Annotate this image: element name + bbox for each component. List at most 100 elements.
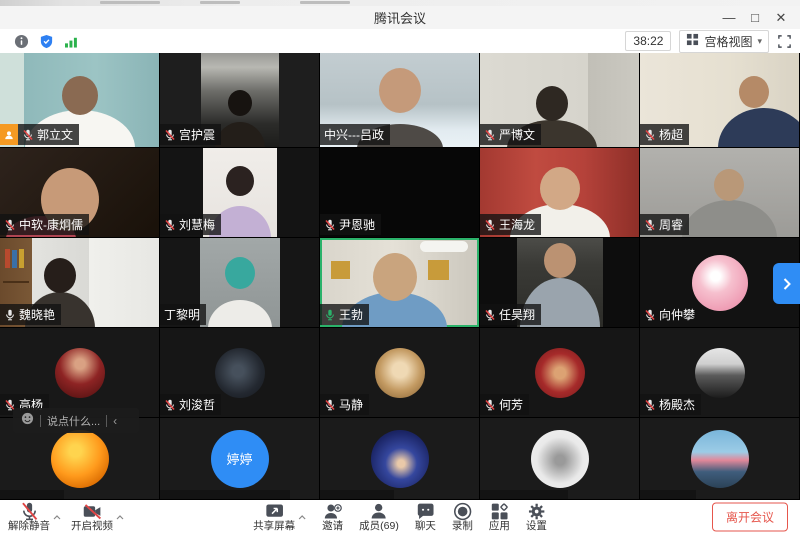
top-toolbar: 38:22 宫格视图 ▾	[0, 29, 800, 53]
name-label-row: 中兴---吕政	[320, 124, 390, 145]
video-tile-任昊翔[interactable]: 任昊翔	[480, 238, 640, 328]
person-silhouette	[208, 300, 272, 328]
toolbar-start-video[interactable]: 开启视频	[71, 502, 124, 532]
video-tile-杨超[interactable]: 杨超	[640, 53, 800, 148]
chevron-up-icon[interactable]	[53, 507, 61, 525]
chevron-up-icon[interactable]	[298, 507, 306, 525]
toolbar-label: 解除静音	[8, 521, 50, 532]
video-tile-杨殿杰[interactable]: 杨殿杰	[640, 328, 800, 418]
participant-name: 尹恩驰	[339, 216, 375, 233]
emoji-icon[interactable]	[21, 412, 34, 430]
video-tile-何芳[interactable]: 何芳	[480, 328, 640, 418]
scene-decor	[19, 249, 24, 269]
record-icon	[452, 502, 473, 521]
video-tile-严博文[interactable]: 严博文	[480, 53, 640, 148]
scene-decor	[3, 281, 28, 284]
video-tile-马静[interactable]: 马静	[320, 328, 480, 418]
video-tile-郭立文[interactable]: 郭立文	[0, 53, 160, 148]
chevron-down-icon: ▾	[757, 36, 762, 47]
video-tile-宫护震[interactable]: 宫护震	[160, 53, 320, 148]
video-tile-尹恩驰[interactable]: 尹恩驰	[320, 148, 480, 238]
mic-muted-icon	[164, 129, 176, 141]
toolbar-unmute[interactable]: 解除静音	[8, 502, 61, 532]
mic-muted-icon	[484, 399, 496, 411]
maximize-button[interactable]: □	[742, 6, 768, 29]
name-label: 郭立文	[18, 124, 79, 145]
toolbar-share-screen[interactable]: 共享屏幕	[253, 502, 306, 532]
toolbar-chat[interactable]: 聊天	[415, 502, 436, 532]
mic-muted-icon	[484, 129, 496, 141]
video-tile-刘慧梅[interactable]: 刘慧梅	[160, 148, 320, 238]
name-label: 任昊翔	[480, 304, 541, 325]
video-tile-row5-4[interactable]	[480, 418, 640, 500]
name-label: 刘浚哲	[160, 394, 221, 415]
person-head	[62, 76, 98, 115]
person-head	[225, 257, 255, 289]
toolbar-settings[interactable]: 设置	[526, 502, 547, 532]
chevron-up-icon[interactable]	[116, 507, 124, 525]
name-label: 中软-康炯儒	[0, 214, 89, 235]
video-tile-周睿[interactable]: 周睿	[640, 148, 800, 238]
toolbar-apps[interactable]: 应用	[489, 502, 510, 532]
toolbar-invite[interactable]: 邀请	[322, 502, 343, 532]
toolbar-record[interactable]: 录制	[452, 502, 473, 532]
view-mode-selector[interactable]: 宫格视图 ▾	[679, 30, 769, 53]
name-label: 王海龙	[480, 214, 541, 235]
video-tile-row5-2[interactable]: 婷婷	[160, 418, 320, 500]
mic-muted-icon	[484, 219, 496, 231]
scene-decor	[12, 250, 17, 268]
name-label-row: 何芳	[480, 394, 529, 415]
person-head	[536, 86, 568, 121]
name-label: 丁黎明	[160, 304, 206, 325]
video-tile-刘浚哲[interactable]: 刘浚哲	[160, 328, 320, 418]
chat-quick-input[interactable]: 说点什么... ‹	[13, 408, 139, 433]
name-label-row: 中软-康炯儒	[0, 214, 89, 235]
video-tile-丁黎明[interactable]: 丁黎明	[160, 238, 320, 328]
meeting-info-icon[interactable]	[14, 34, 29, 49]
name-label-row: 向仲攀	[640, 304, 701, 325]
name-label-row: 丁黎明	[160, 304, 206, 325]
name-label: 周睿	[640, 214, 689, 235]
video-tile-魏晓艳[interactable]: 魏晓艳	[0, 238, 160, 328]
video-tile-中软-康炯儒[interactable]: 中软-康炯儒	[0, 148, 160, 238]
participant-name: 刘浚哲	[179, 396, 215, 413]
mic-muted-icon	[324, 399, 336, 411]
person-head	[226, 166, 254, 196]
minimize-button[interactable]: —	[716, 6, 742, 29]
next-page-arrow[interactable]	[773, 263, 800, 304]
name-label: 杨殿杰	[640, 394, 701, 415]
video-tile-中兴---吕政[interactable]: 中兴---吕政	[320, 53, 480, 148]
collapse-chat-icon[interactable]: ‹	[113, 414, 117, 428]
participant-name: 任昊翔	[499, 306, 535, 323]
toolbar-members[interactable]: 成员(69)	[359, 502, 399, 532]
name-label-row: 严博文	[480, 124, 541, 145]
toolbar-left-group: 解除静音 开启视频	[8, 502, 124, 532]
person-head	[544, 243, 576, 278]
name-label-clipped	[640, 490, 696, 499]
mic-muted-icon	[19, 502, 40, 521]
person-head	[373, 253, 417, 301]
participant-avatar	[55, 348, 105, 398]
fullscreen-icon[interactable]	[777, 34, 792, 49]
close-button[interactable]: ✕	[768, 6, 794, 29]
participant-avatar	[695, 348, 745, 398]
video-tile-王海龙[interactable]: 王海龙	[480, 148, 640, 238]
network-signal-icon[interactable]	[64, 35, 79, 48]
scene-decor	[331, 261, 350, 279]
name-label: 王勃	[320, 304, 369, 325]
participant-avatar	[692, 255, 748, 311]
name-label-row: 刘浚哲	[160, 394, 221, 415]
camera-muted-icon	[82, 502, 103, 521]
video-tile-row5-3[interactable]	[320, 418, 480, 500]
invite-icon	[322, 502, 343, 521]
mic-muted-icon	[164, 399, 176, 411]
name-label: 中兴---吕政	[320, 124, 390, 145]
video-tile-row5-5[interactable]	[640, 418, 800, 500]
security-shield-icon[interactable]	[39, 34, 54, 49]
video-tile-王勃[interactable]: 王勃	[320, 238, 480, 328]
participant-name: 杨超	[659, 126, 683, 143]
video-tile-高杨[interactable]: 高杨	[0, 328, 160, 418]
leave-meeting-button[interactable]: 离开会议	[712, 502, 788, 531]
chat-input-placeholder[interactable]: 说点什么...	[47, 413, 100, 429]
host-badge-icon	[0, 124, 18, 145]
